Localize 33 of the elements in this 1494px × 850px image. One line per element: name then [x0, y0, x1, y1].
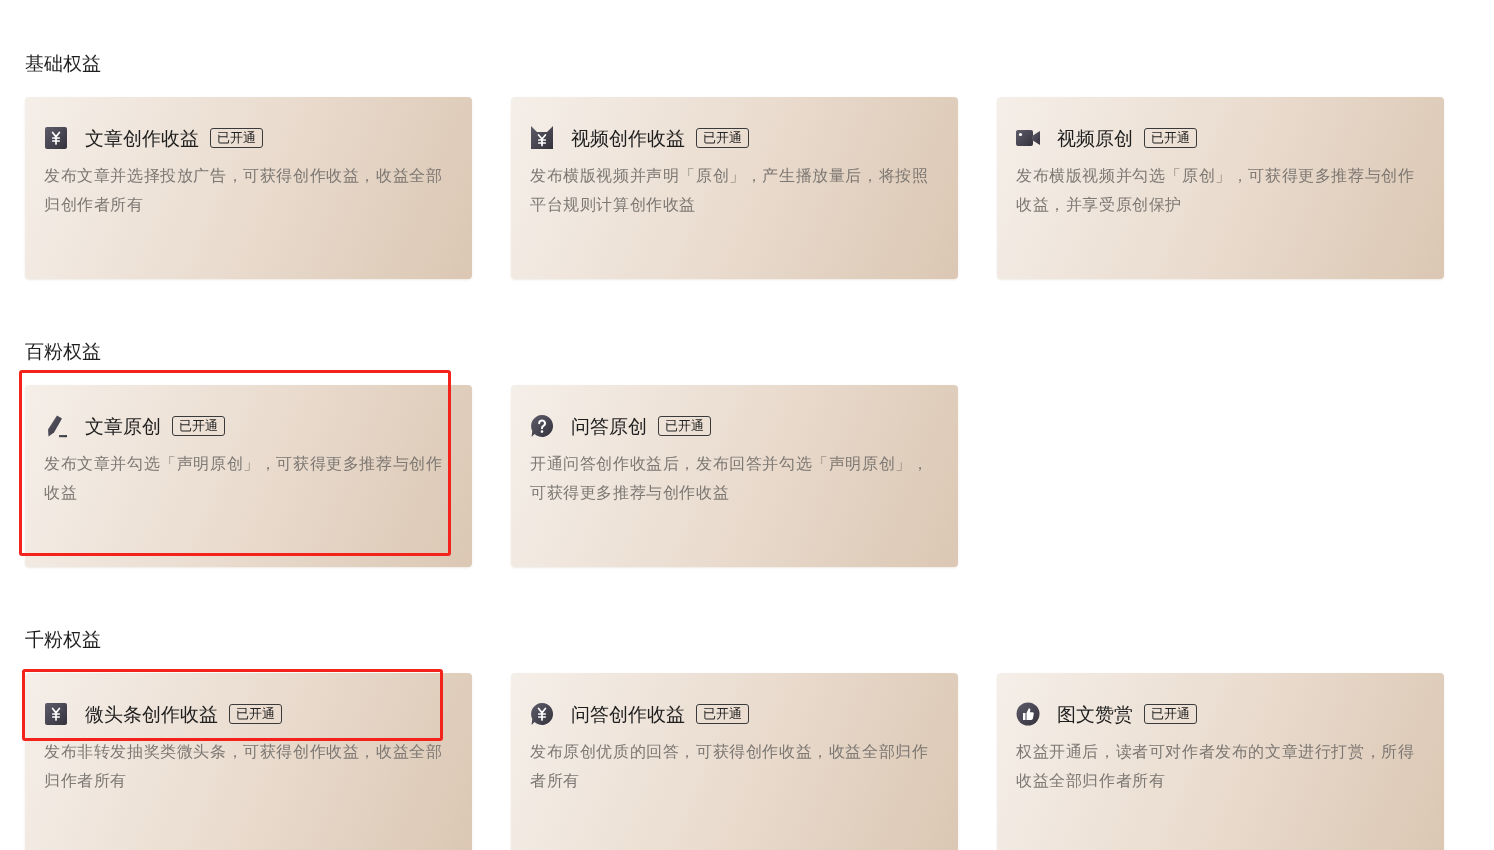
- yuan-box-icon: [530, 126, 554, 150]
- card-title: 视频原创: [1057, 126, 1133, 151]
- card-title: 视频创作收益: [571, 126, 685, 151]
- status-tag: 已开通: [696, 128, 749, 148]
- card-description: 发布非转发抽奖类微头条，可获得创作收益，收益全部归作者所有: [44, 741, 444, 792]
- card-description: 发布横版视频并声明「原创」，产生播放量后，将按照平台规则计算创作收益: [530, 165, 930, 216]
- section-title: 百粉权益: [25, 339, 101, 363]
- section-title: 千粉权益: [25, 627, 101, 651]
- card-title: 文章原创: [85, 414, 161, 439]
- status-tag: 已开通: [658, 416, 711, 436]
- card-description: 开通问答创作收益后，发布回答并勾选「声明原创」，可获得更多推荐与创作收益: [530, 453, 930, 504]
- card-description: 发布原创优质的回答，可获得创作收益，收益全部归作者所有: [530, 741, 930, 792]
- card-description: 发布文章并选择投放广告，可获得创作收益，收益全部归创作者所有: [44, 165, 444, 216]
- card-title: 问答创作收益: [571, 702, 685, 727]
- yuan-square-icon: [44, 702, 68, 726]
- status-tag: 已开通: [1144, 128, 1197, 148]
- status-tag: 已开通: [1144, 704, 1197, 724]
- card-description: 发布横版视频并勾选「原创」，可获得更多推荐与创作收益，并享受原创保护: [1016, 165, 1416, 216]
- yuan-bubble-icon: [530, 702, 554, 726]
- section-title: 基础权益: [25, 51, 101, 75]
- card-title: 文章创作收益: [85, 126, 199, 151]
- thumbs-up-icon: [1016, 702, 1040, 726]
- card-description: 权益开通后，读者可对作者发布的文章进行打赏，所得收益全部归作者所有: [1016, 741, 1416, 792]
- yuan-square-icon: [44, 126, 68, 150]
- status-tag: 已开通: [696, 704, 749, 724]
- status-tag: 已开通: [210, 128, 263, 148]
- status-tag: 已开通: [229, 704, 282, 724]
- status-tag: 已开通: [172, 416, 225, 436]
- card-title: 问答原创: [571, 414, 647, 439]
- question-bubble-icon: [530, 414, 554, 438]
- card-title: 图文赞赏: [1057, 702, 1133, 727]
- card-description: 发布文章并勾选「声明原创」，可获得更多推荐与创作收益: [44, 453, 444, 504]
- card-title: 微头条创作收益: [85, 702, 218, 727]
